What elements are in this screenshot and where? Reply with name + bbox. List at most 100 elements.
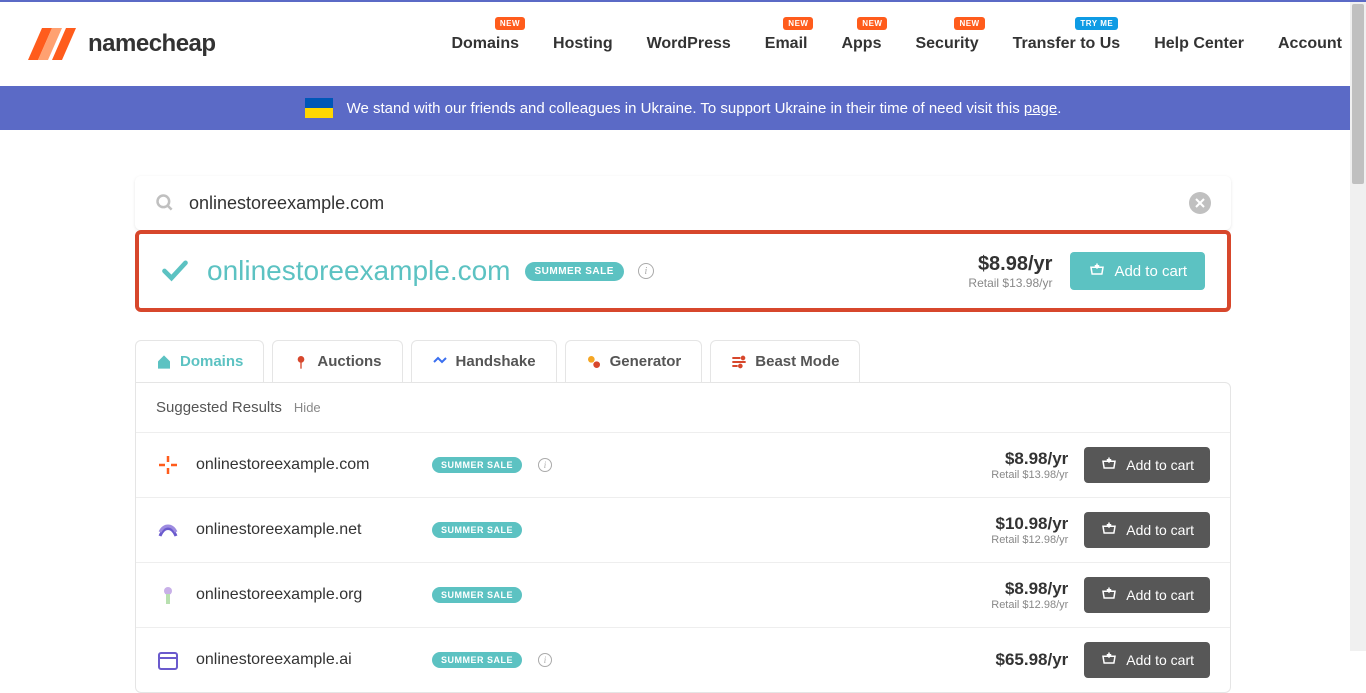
result-price: $10.98/yrRetail $12.98/yr xyxy=(991,514,1068,546)
retail-value: Retail $13.98/yr xyxy=(991,469,1068,481)
handshake-icon xyxy=(432,354,448,370)
suggested-header: Suggested Results Hide xyxy=(136,383,1230,432)
logo-mark-icon xyxy=(24,24,80,64)
result-row: onlinestoreexample.ai SUMMER SALE i $65.98/… xyxy=(136,627,1230,692)
add-to-cart-button[interactable]: Add to cart xyxy=(1084,642,1210,678)
result-row: onlinestoreexample.net SUMMER SALE $10.98/… xyxy=(136,497,1230,562)
featured-retail: Retail $13.98/yr xyxy=(968,276,1052,290)
calendar-icon xyxy=(156,648,180,672)
info-icon[interactable]: i xyxy=(538,458,552,472)
add-to-cart-featured[interactable]: Add to cart xyxy=(1070,252,1205,290)
add-to-cart-label: Add to cart xyxy=(1126,457,1194,473)
result-domain: onlinestoreexample.com xyxy=(196,456,416,474)
featured-domain-text: onlinestoreexample.com xyxy=(207,255,511,287)
add-to-cart-button[interactable]: Add to cart xyxy=(1084,447,1210,483)
tld-icon xyxy=(156,453,180,477)
featured-price: $8.98/yr Retail $13.98/yr xyxy=(968,253,1052,290)
auctions-icon xyxy=(293,354,309,370)
generator-icon xyxy=(586,354,602,370)
search-icon xyxy=(155,193,175,213)
add-to-cart-label: Add to cart xyxy=(1126,652,1194,668)
check-icon xyxy=(161,257,189,285)
nav-badge: NEW xyxy=(857,17,887,30)
tabs: Domains Auctions Handshake Generator Beast M… xyxy=(135,340,1231,382)
clear-search-button[interactable] xyxy=(1189,192,1211,214)
sale-badge: SUMMER SALE xyxy=(432,587,522,603)
tab-label: Domains xyxy=(180,353,243,370)
flower-icon xyxy=(156,583,180,607)
add-to-cart-button[interactable]: Add to cart xyxy=(1084,577,1210,613)
sale-badge: SUMMER SALE xyxy=(525,262,624,281)
banner-text-after: . xyxy=(1057,100,1061,117)
tab-label: Auctions xyxy=(317,353,381,370)
logo[interactable]: namecheap xyxy=(24,24,216,64)
cart-icon xyxy=(1100,651,1118,669)
result-domain: onlinestoreexample.ai xyxy=(196,651,416,669)
nav-badge: TRY ME xyxy=(1075,17,1118,30)
price-value: $8.98/yr xyxy=(991,449,1068,469)
cart-icon xyxy=(1100,586,1118,604)
tab-label: Beast Mode xyxy=(755,353,839,370)
banner-text: We stand with our friends and colleagues… xyxy=(347,100,1062,117)
scrollbar-thumb[interactable] xyxy=(1352,4,1364,184)
suggested-title: Suggested Results xyxy=(156,399,282,416)
price-value: $10.98/yr xyxy=(991,514,1068,534)
tab-auctions[interactable]: Auctions xyxy=(272,340,402,382)
scrollbar[interactable] xyxy=(1350,2,1366,651)
banner-link[interactable]: page xyxy=(1024,100,1057,117)
logo-text: namecheap xyxy=(88,30,216,58)
cart-icon xyxy=(1100,521,1118,539)
sale-badge: SUMMER SALE xyxy=(432,522,522,538)
nav-item-transfer-to-us[interactable]: Transfer to UsTRY ME xyxy=(1013,35,1121,53)
tld-icon xyxy=(156,583,180,607)
sale-badge: SUMMER SALE xyxy=(432,652,522,668)
result-domain: onlinestoreexample.net xyxy=(196,521,416,539)
nav-item-help-center[interactable]: Help Center xyxy=(1154,35,1244,53)
ukraine-flag-icon xyxy=(305,98,333,118)
hide-suggested-link[interactable]: Hide xyxy=(294,400,321,415)
add-to-cart-button[interactable]: Add to cart xyxy=(1084,512,1210,548)
tab-label: Handshake xyxy=(456,353,536,370)
content: onlinestoreexample.com SUMMER SALE i $8.… xyxy=(0,130,1366,693)
main-nav: DomainsNEW Hosting WordPress EmailNEW AppsNE… xyxy=(451,35,1342,53)
tab-handshake[interactable]: Handshake xyxy=(411,340,557,382)
featured-domain: onlinestoreexample.com SUMMER SALE i xyxy=(207,255,950,287)
result-domain: onlinestoreexample.org xyxy=(196,586,416,604)
result-row: onlinestoreexample.com SUMMER SALE i $8.98/… xyxy=(136,432,1230,497)
result-price: $8.98/yrRetail $13.98/yr xyxy=(991,449,1068,481)
info-icon[interactable]: i xyxy=(538,653,552,667)
retail-value: Retail $12.98/yr xyxy=(991,534,1068,546)
featured-result: onlinestoreexample.com SUMMER SALE i $8.… xyxy=(135,230,1231,312)
price-value: $8.98/yr xyxy=(991,579,1068,599)
banner-text-before: We stand with our friends and colleagues… xyxy=(347,100,1024,117)
cart-icon xyxy=(1100,456,1118,474)
nav-item-security[interactable]: SecurityNEW xyxy=(915,35,978,53)
nav-item-email[interactable]: EmailNEW xyxy=(765,35,808,53)
nav-item-hosting[interactable]: Hosting xyxy=(553,35,613,53)
tab-domains[interactable]: Domains xyxy=(135,340,264,382)
header: namecheap DomainsNEW Hosting WordPress Emai… xyxy=(0,2,1366,86)
price-value: $65.98/yr xyxy=(996,650,1069,670)
add-to-cart-label: Add to cart xyxy=(1114,263,1187,280)
nav-item-apps[interactable]: AppsNEW xyxy=(841,35,881,53)
nav-badge: NEW xyxy=(495,17,525,30)
featured-price-value: $8.98/yr xyxy=(968,253,1052,276)
tld-icon xyxy=(156,518,180,542)
results-list: onlinestoreexample.com SUMMER SALE i $8.98/… xyxy=(136,432,1230,692)
sale-badge: SUMMER SALE xyxy=(432,457,522,473)
tab-generator[interactable]: Generator xyxy=(565,340,703,382)
result-price: $65.98/yr xyxy=(996,650,1069,670)
globe-icon xyxy=(156,453,180,477)
ukraine-banner: We stand with our friends and colleagues… xyxy=(0,86,1366,130)
beast-mode-icon xyxy=(731,354,747,370)
nav-item-wordpress[interactable]: WordPress xyxy=(647,35,731,53)
domains-icon xyxy=(156,354,172,370)
swirl-icon xyxy=(156,518,180,542)
info-icon[interactable]: i xyxy=(638,263,654,279)
search-input[interactable] xyxy=(189,193,1175,214)
nav-item-domains[interactable]: DomainsNEW xyxy=(451,35,519,53)
tld-icon xyxy=(156,648,180,672)
nav-item-account[interactable]: Account xyxy=(1278,35,1342,53)
tab-beast-mode[interactable]: Beast Mode xyxy=(710,340,860,382)
add-to-cart-label: Add to cart xyxy=(1126,587,1194,603)
